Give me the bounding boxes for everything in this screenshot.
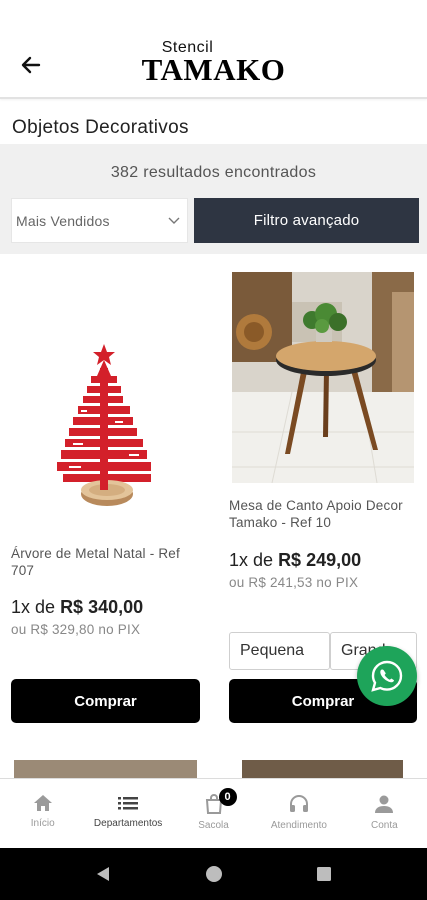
sort-select[interactable]: Mais Vendidos [11,198,188,243]
price-prefix: 1x de [11,597,56,617]
price-value: R$ 340,00 [60,597,144,617]
product-image-side-table[interactable] [232,272,414,483]
christmas-tree-illustration [11,272,201,512]
headset-icon [289,794,308,812]
pix-price: ou R$ 329,80 no PIX [11,622,141,637]
results-count: 382 resultados encontrados [110,164,317,181]
list-icon [118,797,139,810]
person-icon [375,795,394,813]
pix-price: ou R$ 241,53 no PIX [229,575,359,590]
nav-item-bag[interactable]: 0 Sacola [171,779,256,848]
nav-label: Departamentos [93,818,163,829]
advanced-filter-button[interactable]: Filtro avançado [194,198,419,243]
app-header: Stencil TAMAKO [0,0,427,99]
nav-item-home[interactable]: Início [0,779,85,848]
product-name[interactable]: Mesa de Canto Apoio Decor Tamako - Ref 1… [229,497,415,531]
next-product-image-peek [242,760,403,778]
bottom-navigation: Início Departamentos 0 Sacola Atendiment… [0,778,427,848]
system-navigation-bar [0,848,427,900]
filter-panel: 382 resultados encontrados Mais Vendidos… [0,144,427,254]
price-prefix: 1x de [229,550,274,570]
sort-value: Mais Vendidos [16,212,110,229]
nav-label: Início [30,818,55,829]
chevron-down-icon [168,217,180,224]
nav-item-departments[interactable]: Departamentos [85,779,170,848]
system-back-icon[interactable] [93,864,113,884]
system-home-icon[interactable] [204,864,224,884]
whatsapp-button[interactable] [357,646,417,706]
variant-option-small[interactable]: Pequena [229,632,330,670]
next-product-image-peek [14,760,197,778]
price-value: R$ 249,00 [278,550,362,570]
page-title: Objetos Decorativos [12,117,189,138]
nav-label: Conta [370,820,398,831]
brand-logo[interactable]: Stencil TAMAKO [0,40,427,87]
nav-item-support[interactable]: Atendimento [256,779,341,848]
product-price: 1x de R$ 340,00 [11,597,143,618]
buy-button[interactable]: Comprar [11,679,200,723]
app-screen: Stencil TAMAKO Objetos Decorativos 382 r… [0,0,427,900]
bag-count-badge: 0 [218,788,237,806]
whatsapp-icon [371,660,403,692]
product-image-christmas-tree[interactable] [11,272,201,512]
nav-label: Atendimento [270,820,327,831]
home-icon [33,795,52,811]
product-name[interactable]: Árvore de Metal Natal - Ref 707 [11,545,191,579]
nav-item-account[interactable]: Conta [342,779,427,848]
logo-title: TAMAKO [141,52,286,87]
side-table-photo [232,272,414,483]
system-recents-icon[interactable] [314,864,334,884]
nav-label: Sacola [198,820,229,831]
product-price: 1x de R$ 249,00 [229,550,361,571]
